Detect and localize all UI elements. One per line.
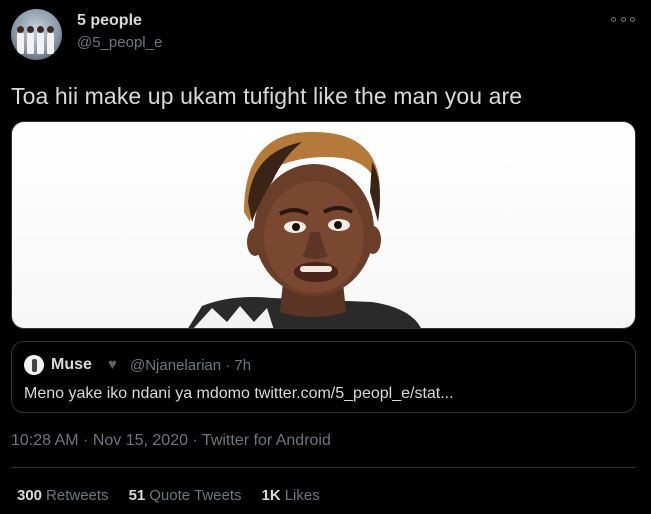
author-avatar[interactable] [11, 9, 62, 60]
quote-tweets-stat[interactable]: 51 Quote Tweets [129, 487, 242, 504]
tweet-timestamp[interactable]: 10:28 AM · Nov 15, 2020 · Twitter for An… [11, 432, 331, 450]
portrait-photo [188, 131, 421, 328]
likes-stat[interactable]: 1K Likes [262, 487, 320, 504]
retweets-count: 300 [17, 487, 43, 504]
quoted-author-handle: @Njanelarian · 7h [130, 357, 252, 374]
likes-label: Likes [284, 487, 320, 504]
avatar-figure [37, 26, 44, 54]
tweet-text: Toa hii make up ukam tufight like the ma… [11, 83, 523, 109]
divider [11, 467, 636, 468]
quote-tweets-count: 51 [128, 487, 146, 504]
tweet-media-image[interactable] [11, 121, 636, 329]
avatar-figure [17, 26, 24, 54]
quoted-author-name: Muse [51, 356, 92, 373]
more-options-icon[interactable] [611, 12, 635, 26]
retweets-stat[interactable]: 300 Retweets [17, 487, 109, 504]
retweets-label: Retweets [46, 487, 109, 504]
author-name[interactable]: 5 people [77, 12, 142, 30]
likes-count: 1K [261, 487, 281, 504]
quoted-tweet[interactable]: Muse ♥ @Njanelarian · 7h Meno yake iko n… [11, 341, 636, 413]
author-handle[interactable]: @5_peopl_e [77, 34, 162, 51]
black-heart-icon: ♥ [108, 356, 117, 373]
avatar-figure [47, 26, 54, 54]
quote-tweets-label: Quote Tweets [149, 487, 242, 504]
quoted-author-avatar [24, 355, 44, 375]
tweet-stats: 300 Retweets 51 Quote Tweets 1K Likes [17, 487, 320, 504]
avatar-figure [27, 26, 34, 54]
quoted-tweet-text: Meno yake iko ndani ya mdomo twitter.com… [24, 385, 454, 402]
